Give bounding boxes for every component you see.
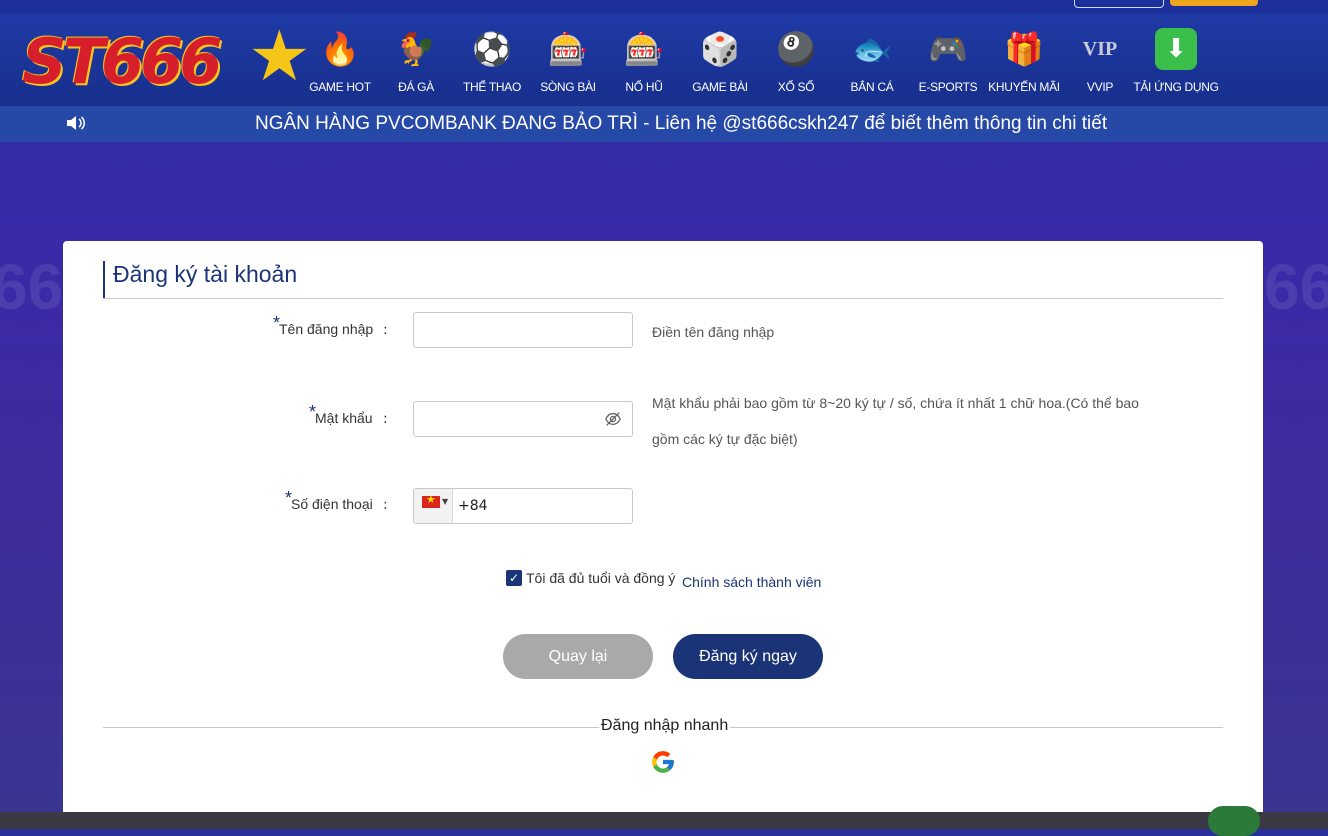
password-hint-line1: Mật khẩu phải bao gồm từ 8~20 ký tự / số…: [652, 395, 1139, 411]
nav-item-fire[interactable]: 🔥 GAME HOT: [302, 14, 378, 106]
chat-support-button[interactable]: [1208, 806, 1260, 836]
username-label-text: Tên đăng nhập: [279, 321, 374, 337]
register-button[interactable]: Đăng ký ngay: [673, 634, 823, 679]
username-input[interactable]: [413, 312, 633, 348]
signup-button[interactable]: [1170, 0, 1258, 6]
nav-item-fish[interactable]: 🐟 BẮN CÁ: [834, 14, 910, 106]
main-nav: 🔥 GAME HOT 🐓 ĐÁ GÀ ⚽ THỂ THAO 🎰 SÒNG BÀI 🎰 NỔ HŨ 🎲…: [302, 14, 1312, 106]
page-title: Đăng ký tài khoản: [113, 261, 298, 287]
required-mark: *: [273, 313, 281, 333]
phone-label: * Số điện thoại: [285, 488, 373, 512]
nav-item-download[interactable]: ⬇ TẢI ỨNG DỤNG: [1133, 14, 1219, 106]
country-select[interactable]: ★ ▼: [414, 489, 453, 523]
fire-icon: 🔥: [320, 30, 360, 68]
nav-item-gift[interactable]: 🎁 KHUYẾN MÃI: [986, 14, 1062, 106]
rooster-icon: 🐓: [396, 30, 436, 68]
vietnam-flag-icon: ★: [422, 493, 440, 508]
nav-item-casino-dealer[interactable]: 🎰 SÒNG BÀI: [530, 14, 606, 106]
policy-link[interactable]: Chính sách thành viên: [682, 574, 821, 590]
country-code: +84: [458, 498, 488, 514]
speaker-icon[interactable]: [66, 116, 88, 132]
quick-login-label: Đăng nhập nhanh: [599, 717, 731, 735]
vip-icon: VIP: [1082, 38, 1118, 60]
dice-icon: 🎲: [700, 30, 740, 68]
phone-label-text: Số điện thoại: [291, 496, 373, 512]
slot-machine-icon: 🎰: [624, 30, 664, 68]
password-hint-line2: gồm các ký tự đặc biệt): [652, 431, 798, 447]
nav-item-dice[interactable]: 🎲 GAME BÀI: [682, 14, 758, 106]
nav-item-lottery-ball[interactable]: 🎱 XỔ SỐ: [758, 14, 834, 106]
required-mark: *: [309, 402, 317, 422]
login-button[interactable]: [1074, 0, 1164, 8]
caret-down-icon: ▼: [442, 497, 449, 506]
nav-label: TẢI ỨNG DỤNG: [1133, 80, 1219, 94]
bottom-strip: [0, 812, 1328, 829]
eye-hidden-icon[interactable]: [604, 410, 622, 428]
agree-checkbox[interactable]: ✓: [506, 570, 522, 586]
password-label: * Mật khẩu: [309, 402, 373, 426]
password-label-text: Mật khẩu: [315, 410, 373, 426]
logo-text: ST666: [22, 25, 222, 98]
casino-dealer-icon: 🎰: [548, 30, 588, 68]
download-icon: ⬇: [1155, 28, 1197, 70]
lottery-ball-icon: 🎱: [776, 30, 816, 68]
announcement-bar: NGÂN HÀNG PVCOMBANK ĐANG BẢO TRÌ - Liên …: [0, 106, 1328, 142]
required-mark: *: [285, 488, 293, 508]
gift-icon: 🎁: [1004, 30, 1044, 68]
username-label: * Tên đăng nhập: [273, 313, 374, 337]
nav-item-slot-machine[interactable]: 🎰 NỔ HŨ: [606, 14, 682, 106]
password-input[interactable]: [413, 401, 633, 437]
register-card: Đăng ký tài khoản * Tên đăng nhập : Điền…: [63, 241, 1263, 829]
announcement-text: NGÂN HÀNG PVCOMBANK ĐANG BẢO TRÌ - Liên …: [255, 113, 1108, 134]
nav-item-rooster[interactable]: 🐓 ĐÁ GÀ: [378, 14, 454, 106]
colon: :: [383, 322, 388, 338]
back-button[interactable]: Quay lại: [503, 634, 653, 679]
gamepad-icon: 🎮: [928, 30, 968, 68]
google-icon[interactable]: [650, 749, 676, 775]
nav-item-gamepad[interactable]: 🎮 E-SPORTS: [910, 14, 986, 106]
title-divider: [103, 298, 1223, 299]
nav-item-vip[interactable]: VIP VVIP: [1062, 14, 1138, 106]
colon: :: [383, 411, 388, 427]
background-deco-right: 666: [1264, 251, 1328, 323]
phone-input[interactable]: ★ ▼ +84: [413, 488, 633, 524]
agree-text: Tôi đã đủ tuổi và đồng ý: [526, 570, 676, 586]
nav-item-soccer-ball[interactable]: ⚽ THỂ THAO: [454, 14, 530, 106]
title-accent: [103, 261, 105, 299]
username-hint: Điền tên đăng nhập: [652, 324, 775, 340]
fish-icon: 🐟: [852, 30, 892, 68]
logo[interactable]: ST666 ★: [22, 20, 311, 98]
colon: :: [383, 497, 388, 513]
soccer-ball-icon: ⚽: [472, 30, 512, 68]
